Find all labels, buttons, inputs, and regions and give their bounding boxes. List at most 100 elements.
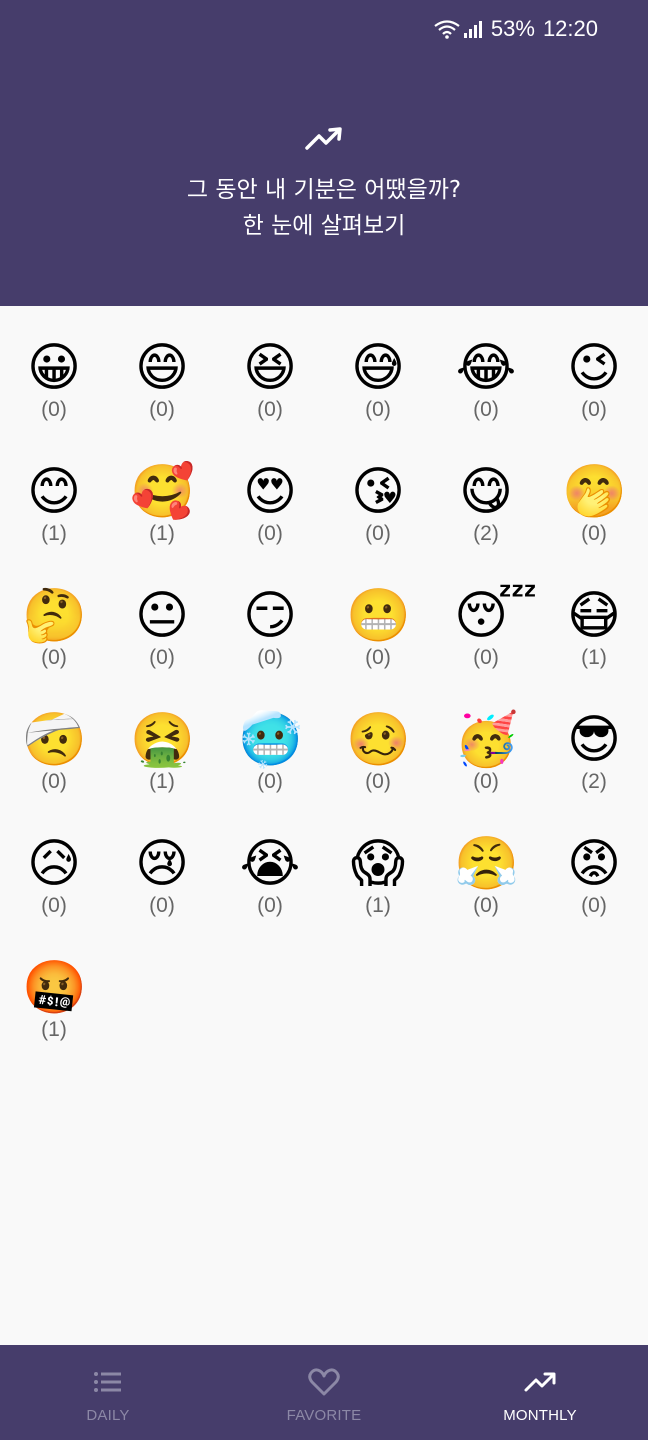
mood-count: (2) [581,770,607,793]
status-bar: 53% 12:20 [434,14,598,44]
mood-item[interactable]: 🤔 (0) [0,554,108,678]
mood-item[interactable]: 😏 (0) [216,554,324,678]
mood-item[interactable]: 😭 (0) [216,802,324,926]
mood-emoji-icon: 😤 [454,834,519,894]
mood-emoji-icon: 😭 [239,834,301,894]
mood-item[interactable]: 🥶 (0) [216,678,324,802]
mood-emoji-icon: 😏 [242,586,298,646]
mood-emoji-icon: 😡 [566,834,622,894]
mood-item[interactable]: 😤 (0) [432,802,540,926]
mood-item[interactable]: 🥳 (0) [432,678,540,802]
mood-count: (2) [473,522,499,545]
mood-count: (1) [365,894,391,917]
nav-label-monthly: MONTHLY [503,1407,577,1424]
mood-count: (0) [581,398,607,421]
mood-count: (0) [41,398,67,421]
page-title-line1: 그 동안 내 기분은 어땠을까? [186,177,462,203]
page-title-line2: 한 눈에 살펴보기 [242,213,406,239]
mood-emoji-icon: 😴 [454,586,538,646]
mood-item[interactable]: 😄 (0) [108,306,216,430]
mood-item[interactable]: 😬 (0) [324,554,432,678]
mood-count: (0) [149,646,175,669]
nav-item-daily[interactable]: DAILY [0,1345,216,1440]
mood-count: (1) [41,1018,67,1041]
mood-emoji-icon: 🤬 [22,958,87,1018]
mood-emoji-icon: 🤮 [130,710,195,770]
mood-count: (0) [365,398,391,421]
nav-label-daily: DAILY [86,1407,130,1424]
mood-count: (0) [257,522,283,545]
mood-count: (0) [149,398,175,421]
mood-emoji-icon: 🥳 [454,710,519,770]
wifi-icon [434,20,460,39]
battery-level: 53% [490,16,535,41]
mood-item[interactable]: 🥰 (1) [108,430,216,554]
nav-item-favorite[interactable]: FAVORITE [216,1345,432,1440]
mood-emoji-icon: 😎 [566,710,622,770]
mood-item[interactable]: 😎 (2) [540,678,648,802]
mood-emoji-icon: 🤔 [22,586,87,646]
trending-up-icon [524,1372,556,1392]
mood-item[interactable]: 😋 (2) [432,430,540,554]
trending-up-icon [305,127,342,150]
heart-icon [308,1368,340,1396]
mood-emoji-icon: 🤕 [22,710,87,770]
mood-emoji-icon: 😱 [350,834,406,894]
mood-item[interactable]: 😊 (1) [0,430,108,554]
mood-emoji-icon: 😷 [566,586,622,646]
mood-count: (0) [581,894,607,917]
clock: 12:20 [542,16,598,41]
list-icon [94,1372,121,1392]
mood-item[interactable]: 😘 (0) [324,430,432,554]
mood-emoji-icon: 😀 [26,338,82,398]
mood-item[interactable]: 😆 (0) [216,306,324,430]
mood-count: (0) [257,770,283,793]
mood-emoji-icon: 😄 [134,338,190,398]
mood-emoji-icon: 😐 [134,586,190,646]
mood-item[interactable]: 😢 (0) [108,802,216,926]
mood-item[interactable]: 😡 (0) [540,802,648,926]
mood-emoji-icon: 😉 [566,338,622,398]
mood-count: (0) [473,398,499,421]
mood-item[interactable]: 😐 (0) [108,554,216,678]
mood-count: (1) [581,646,607,669]
mood-emoji-icon: 😊 [26,462,82,522]
mood-emoji-icon: 😥 [26,834,82,894]
mood-item[interactable]: 🤬 (1) [0,926,108,1050]
mood-item[interactable]: 🥴 (0) [324,678,432,802]
mood-item[interactable]: 😥 (0) [0,802,108,926]
mood-count: (0) [473,770,499,793]
mood-emoji-icon: 🥴 [346,710,411,770]
nav-label-favorite: FAVORITE [286,1407,362,1424]
nav-item-monthly[interactable]: MONTHLY [432,1345,648,1440]
mood-emoji-icon: 🤭 [562,462,627,522]
mood-count: (0) [365,646,391,669]
mood-count: (1) [149,522,175,545]
mood-emoji-icon: 😘 [350,462,406,522]
mood-item[interactable]: 😱 (1) [324,802,432,926]
mood-count: (1) [41,522,67,545]
mood-item[interactable]: 😷 (1) [540,554,648,678]
mood-item[interactable]: 🤮 (1) [108,678,216,802]
mood-count: (0) [581,522,607,545]
mood-item[interactable]: 😴 (0) [432,554,540,678]
mood-emoji-icon: 😂 [455,338,517,398]
mood-item[interactable]: 😍 (0) [216,430,324,554]
mood-item[interactable]: 🤭 (0) [540,430,648,554]
mood-item[interactable]: 🤕 (0) [0,678,108,802]
mood-count: (0) [257,398,283,421]
mood-emoji-icon: 😬 [346,586,411,646]
mood-item[interactable]: 😉 (0) [540,306,648,430]
mood-count: (1) [149,770,175,793]
mood-count: (0) [365,522,391,545]
mood-item[interactable]: 😂 (0) [432,306,540,430]
mood-count: (0) [473,894,499,917]
mood-count: (0) [257,646,283,669]
mood-item[interactable]: 😅 (0) [324,306,432,430]
mood-count: (0) [41,894,67,917]
mood-emoji-icon: 😆 [242,338,298,398]
mood-emoji-icon: 🥶 [238,710,303,770]
mood-count: (0) [41,646,67,669]
mood-item[interactable]: 😀 (0) [0,306,108,430]
signal-icon [463,21,482,38]
